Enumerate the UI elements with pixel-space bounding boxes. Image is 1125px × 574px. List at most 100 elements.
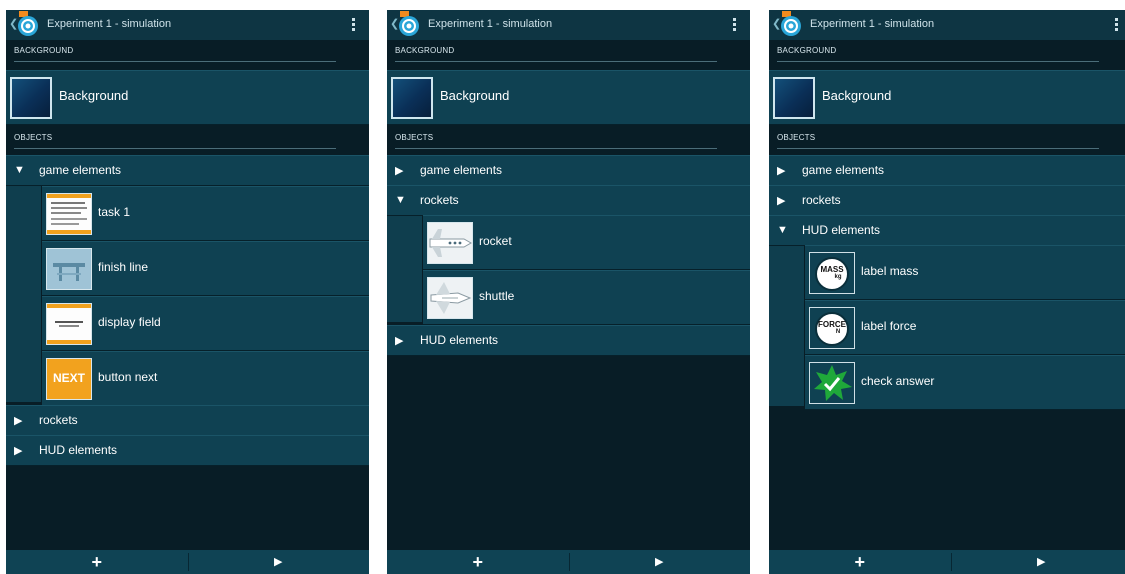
group-label: rockets bbox=[420, 193, 459, 207]
force-label-thumbnail: FORCE N bbox=[809, 307, 855, 349]
background-item[interactable]: Background bbox=[6, 70, 369, 125]
group-rockets[interactable]: ▶ rockets bbox=[6, 405, 369, 436]
group-game-elements[interactable]: ▶ game elements bbox=[769, 155, 1125, 186]
next-button-text: NEXT bbox=[52, 371, 85, 385]
list-item-check-answer[interactable]: check answer bbox=[805, 355, 1125, 410]
triangle-right-icon: ▶ bbox=[777, 195, 786, 207]
list-item-display-field[interactable]: display field bbox=[42, 296, 369, 351]
next-button-thumbnail: NEXT bbox=[46, 358, 92, 400]
background-item[interactable]: Background bbox=[387, 70, 750, 125]
item-label: check answer bbox=[861, 374, 935, 388]
play-icon[interactable]: ▶ bbox=[1037, 550, 1045, 574]
more-vert-icon[interactable] bbox=[733, 18, 736, 31]
divider bbox=[568, 553, 570, 571]
group-rockets[interactable]: ▼ rockets bbox=[387, 185, 750, 216]
text-slide-thumbnail bbox=[46, 193, 92, 235]
group-label: game elements bbox=[39, 163, 122, 177]
divider bbox=[14, 148, 336, 149]
group-hud-elements[interactable]: ▼ HUD elements bbox=[769, 215, 1125, 246]
group-indent bbox=[769, 246, 804, 406]
list-item-finish-line[interactable]: finish line bbox=[42, 241, 369, 296]
list-item-rocket[interactable]: rocket bbox=[423, 215, 750, 270]
force-text: FORCE bbox=[818, 320, 846, 329]
display-field-thumbnail bbox=[46, 303, 92, 345]
play-icon[interactable]: ▶ bbox=[655, 550, 663, 574]
bottom-bar: + ▶ bbox=[769, 550, 1125, 574]
background-thumbnail bbox=[773, 77, 815, 119]
group-hud-elements[interactable]: ▶ HUD elements bbox=[6, 435, 369, 466]
divider bbox=[395, 148, 717, 149]
finish-line-thumbnail bbox=[46, 248, 92, 290]
group-rockets[interactable]: ▶ rockets bbox=[769, 185, 1125, 216]
group-indent bbox=[6, 186, 41, 402]
objects-section-header: OBJECTS bbox=[777, 133, 816, 142]
group-label: game elements bbox=[420, 163, 503, 177]
bottom-bar: + ▶ bbox=[387, 550, 750, 574]
background-section-header: BACKGROUND bbox=[777, 46, 837, 55]
screen-rockets-expanded: ❮ Experiment 1 - simulation BACKGROUND B… bbox=[387, 10, 750, 574]
triangle-right-icon: ▶ bbox=[14, 415, 23, 427]
divider bbox=[777, 61, 1099, 62]
group-label: rockets bbox=[802, 193, 841, 207]
divider bbox=[777, 148, 1099, 149]
mass-label-thumbnail: MASS kg bbox=[809, 252, 855, 294]
action-bar: ❮ Experiment 1 - simulation bbox=[769, 10, 1125, 40]
plus-icon[interactable]: + bbox=[854, 550, 865, 574]
mass-unit: kg bbox=[834, 274, 842, 280]
triangle-right-icon: ▶ bbox=[395, 165, 404, 177]
item-label: label mass bbox=[861, 264, 919, 278]
triangle-down-icon: ▼ bbox=[14, 164, 25, 176]
group-game-elements[interactable]: ▶ game elements bbox=[387, 155, 750, 186]
more-vert-icon[interactable] bbox=[352, 18, 355, 31]
background-label: Background bbox=[440, 88, 510, 103]
plus-icon[interactable]: + bbox=[472, 550, 483, 574]
app-icon[interactable] bbox=[396, 11, 422, 37]
objects-section-header: OBJECTS bbox=[14, 133, 53, 142]
app-icon[interactable] bbox=[15, 11, 41, 37]
play-icon[interactable]: ▶ bbox=[274, 550, 282, 574]
item-label: label force bbox=[861, 319, 917, 333]
group-hud-elements[interactable]: ▶ HUD elements bbox=[387, 325, 750, 356]
triangle-right-icon: ▶ bbox=[395, 335, 404, 347]
group-game-elements[interactable]: ▼ game elements bbox=[6, 155, 369, 186]
screen-title: Experiment 1 - simulation bbox=[428, 18, 553, 30]
app-icon[interactable] bbox=[778, 11, 804, 37]
list-item-shuttle[interactable]: shuttle bbox=[423, 270, 750, 325]
action-bar: ❮ Experiment 1 - simulation bbox=[387, 10, 750, 40]
screen-title: Experiment 1 - simulation bbox=[810, 18, 935, 30]
background-label: Background bbox=[822, 88, 892, 103]
item-label: finish line bbox=[98, 260, 149, 274]
screen-hud-elements-expanded: ❮ Experiment 1 - simulation BACKGROUND B… bbox=[769, 10, 1125, 574]
list-item-label-force[interactable]: FORCE N label force bbox=[805, 300, 1125, 355]
group-label: game elements bbox=[802, 163, 885, 177]
check-star-thumbnail bbox=[809, 362, 855, 404]
shuttle-thumbnail bbox=[427, 277, 473, 319]
group-label: HUD elements bbox=[802, 223, 881, 237]
screen-game-elements-expanded: ❮ Experiment 1 - simulation BACKGROUND B… bbox=[6, 10, 369, 574]
background-section-header: BACKGROUND bbox=[395, 46, 455, 55]
item-label: task 1 bbox=[98, 205, 131, 219]
more-vert-icon[interactable] bbox=[1115, 18, 1118, 31]
action-bar: ❮ Experiment 1 - simulation bbox=[6, 10, 369, 40]
background-item[interactable]: Background bbox=[769, 70, 1125, 125]
background-thumbnail bbox=[391, 77, 433, 119]
plus-icon[interactable]: + bbox=[91, 550, 102, 574]
mass-text: MASS bbox=[820, 265, 844, 274]
divider bbox=[950, 553, 952, 571]
list-item-label-mass[interactable]: MASS kg label mass bbox=[805, 245, 1125, 300]
triangle-right-icon: ▶ bbox=[14, 445, 23, 457]
divider bbox=[14, 61, 336, 62]
background-label: Background bbox=[59, 88, 129, 103]
list-item-button-next[interactable]: NEXT button next bbox=[42, 351, 369, 406]
item-label: button next bbox=[98, 370, 158, 384]
item-label: rocket bbox=[479, 234, 512, 248]
bottom-bar: + ▶ bbox=[6, 550, 369, 574]
divider bbox=[187, 553, 189, 571]
group-label: HUD elements bbox=[420, 333, 499, 347]
rocket-thumbnail bbox=[427, 222, 473, 264]
group-label: HUD elements bbox=[39, 443, 118, 457]
divider bbox=[395, 61, 717, 62]
force-unit: N bbox=[835, 329, 841, 335]
list-item-task-1[interactable]: task 1 bbox=[42, 186, 369, 241]
screen-title: Experiment 1 - simulation bbox=[47, 18, 172, 30]
